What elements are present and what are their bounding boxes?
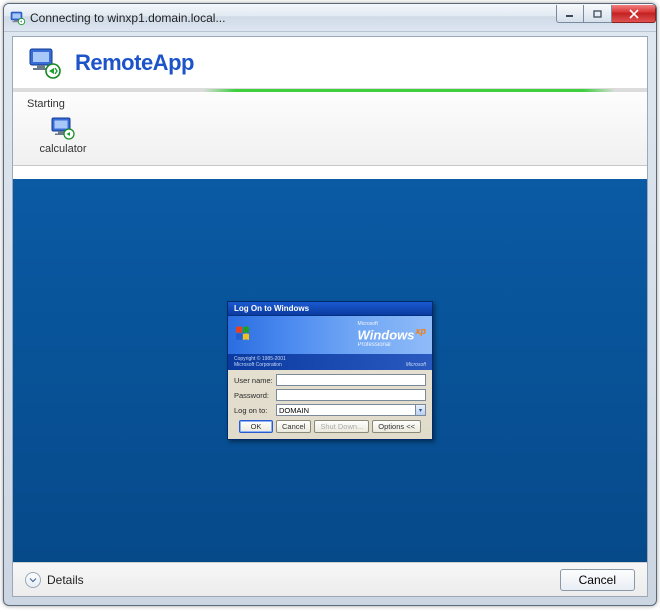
remoteapp-logo-icon xyxy=(27,45,63,81)
window-frame: Connecting to winxp1.domain.local... xyxy=(3,3,657,606)
client-area: RemoteApp Starting calculator xyxy=(12,36,648,597)
maximize-button[interactable] xyxy=(584,5,612,23)
titlebar[interactable]: Connecting to winxp1.domain.local... xyxy=(4,4,656,32)
minimize-button[interactable] xyxy=(556,5,584,23)
logonto-label: Log on to: xyxy=(234,406,276,415)
shutdown-button: Shut Down... xyxy=(314,420,369,433)
monitor-icon xyxy=(49,114,77,142)
footer: Details Cancel xyxy=(13,562,647,596)
window-title: Connecting to winxp1.domain.local... xyxy=(30,11,556,25)
starting-label: Starting xyxy=(27,98,633,110)
app-title: RemoteApp xyxy=(75,50,194,76)
options-button[interactable]: Options << xyxy=(372,420,421,433)
remoteapp-icon xyxy=(10,10,26,26)
close-button[interactable] xyxy=(612,5,656,23)
header-band: RemoteApp xyxy=(13,37,647,89)
brand-windows: Windowsxp xyxy=(358,327,426,341)
logon-banner: Microsoft Windowsxp Professional xyxy=(228,316,432,354)
details-label: Details xyxy=(47,573,84,587)
password-label: Password: xyxy=(234,391,276,400)
window-controls xyxy=(556,4,656,31)
chevron-down-icon[interactable]: ▾ xyxy=(415,405,425,415)
brand-professional: Professional xyxy=(358,342,391,348)
password-input[interactable] xyxy=(276,389,426,401)
ok-button[interactable]: OK xyxy=(239,420,273,433)
logon-dialog: Log On to Windows Microsoft Windowsxp xyxy=(227,301,433,440)
logon-title: Log On to Windows xyxy=(228,302,432,316)
username-input[interactable] xyxy=(276,374,426,386)
logon-copyright: Copyright © 1985-2001Microsoft Corporati… xyxy=(228,354,432,370)
details-button[interactable]: Details xyxy=(25,572,84,588)
remote-desktop-area: Log On to Windows Microsoft Windowsxp xyxy=(13,179,647,562)
domain-combo[interactable]: DOMAIN ▾ xyxy=(276,404,426,416)
domain-value: DOMAIN xyxy=(279,406,309,415)
windows-flag-icon xyxy=(234,325,254,345)
logon-form: User name: Password: Log on to: DOMAIN ▾ xyxy=(228,370,432,439)
username-label: User name: xyxy=(234,376,276,385)
app-item-calculator[interactable]: calculator xyxy=(27,112,99,155)
starting-panel: Starting calculator xyxy=(13,92,647,166)
logon-cancel-button[interactable]: Cancel xyxy=(276,420,311,433)
app-item-label: calculator xyxy=(39,143,86,155)
collapse-down-icon xyxy=(25,572,41,588)
cancel-button[interactable]: Cancel xyxy=(560,569,635,591)
